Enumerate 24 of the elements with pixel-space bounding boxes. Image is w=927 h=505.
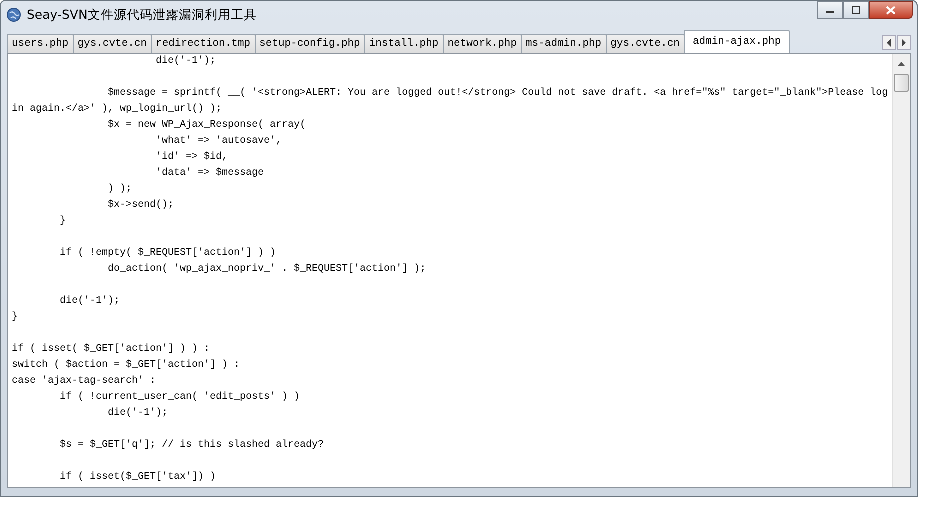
close-button[interactable] (869, 1, 913, 19)
file-tab[interactable]: users.php (7, 34, 74, 53)
left-arrow-icon (886, 38, 892, 46)
scroll-thumb[interactable] (894, 74, 909, 92)
scrollbar[interactable] (892, 54, 910, 487)
file-tab[interactable]: gys.cvte.cn (606, 34, 685, 53)
maximize-button[interactable] (843, 1, 869, 19)
right-arrow-icon (901, 38, 907, 46)
file-tab[interactable]: network.php (442, 34, 522, 53)
file-tab[interactable]: admin-ajax.php (684, 30, 790, 53)
globe-icon (7, 8, 21, 22)
file-tab[interactable]: install.php (364, 34, 444, 53)
file-tab[interactable]: redirection.tmp (151, 34, 256, 53)
file-tab[interactable]: ms-admin.php (521, 34, 607, 53)
file-tab[interactable]: setup-config.php (254, 34, 366, 53)
minimize-button[interactable] (817, 1, 843, 19)
scroll-left-button[interactable] (882, 35, 896, 50)
maximize-icon (851, 6, 861, 14)
close-icon (886, 6, 896, 14)
code-text: die('-1'); $message = sprintf( __( '<strong>ALERT: You are logged out!</strong> Could not save draft. <a href="%s" target="_blank">Please log in again.</a>' ), wp_login_url() ); $x = new WP_Ajax_Response( array( 'what' => 'autosave', 'id' => $id, 'data' => $message ) ); $x->send(); } if ( !empty( $_REQUEST['action'] ) ) do_action( 'wp_ajax_nopriv_' . $_REQUEST['action'] ); die('-1'); } if ( isset( $_GET['action'] ) ) : switch ( $action = $_GET['action'] ) : case 'ajax-tag-search' : if ( !current_user_can( 'edit_posts' ) ) die('-1'); $s = $_GET['q']; // is this slashed already? if ( isset($_GET['tax']) ) (11, 54, 890, 485)
window-title: Seay-SVN文件源代码泄露漏洞利用工具 (27, 6, 257, 24)
file-tab[interactable]: gys.cvte.cn (72, 34, 152, 53)
scroll-right-button[interactable] (897, 35, 911, 50)
scroll-up-icon[interactable] (898, 62, 905, 66)
